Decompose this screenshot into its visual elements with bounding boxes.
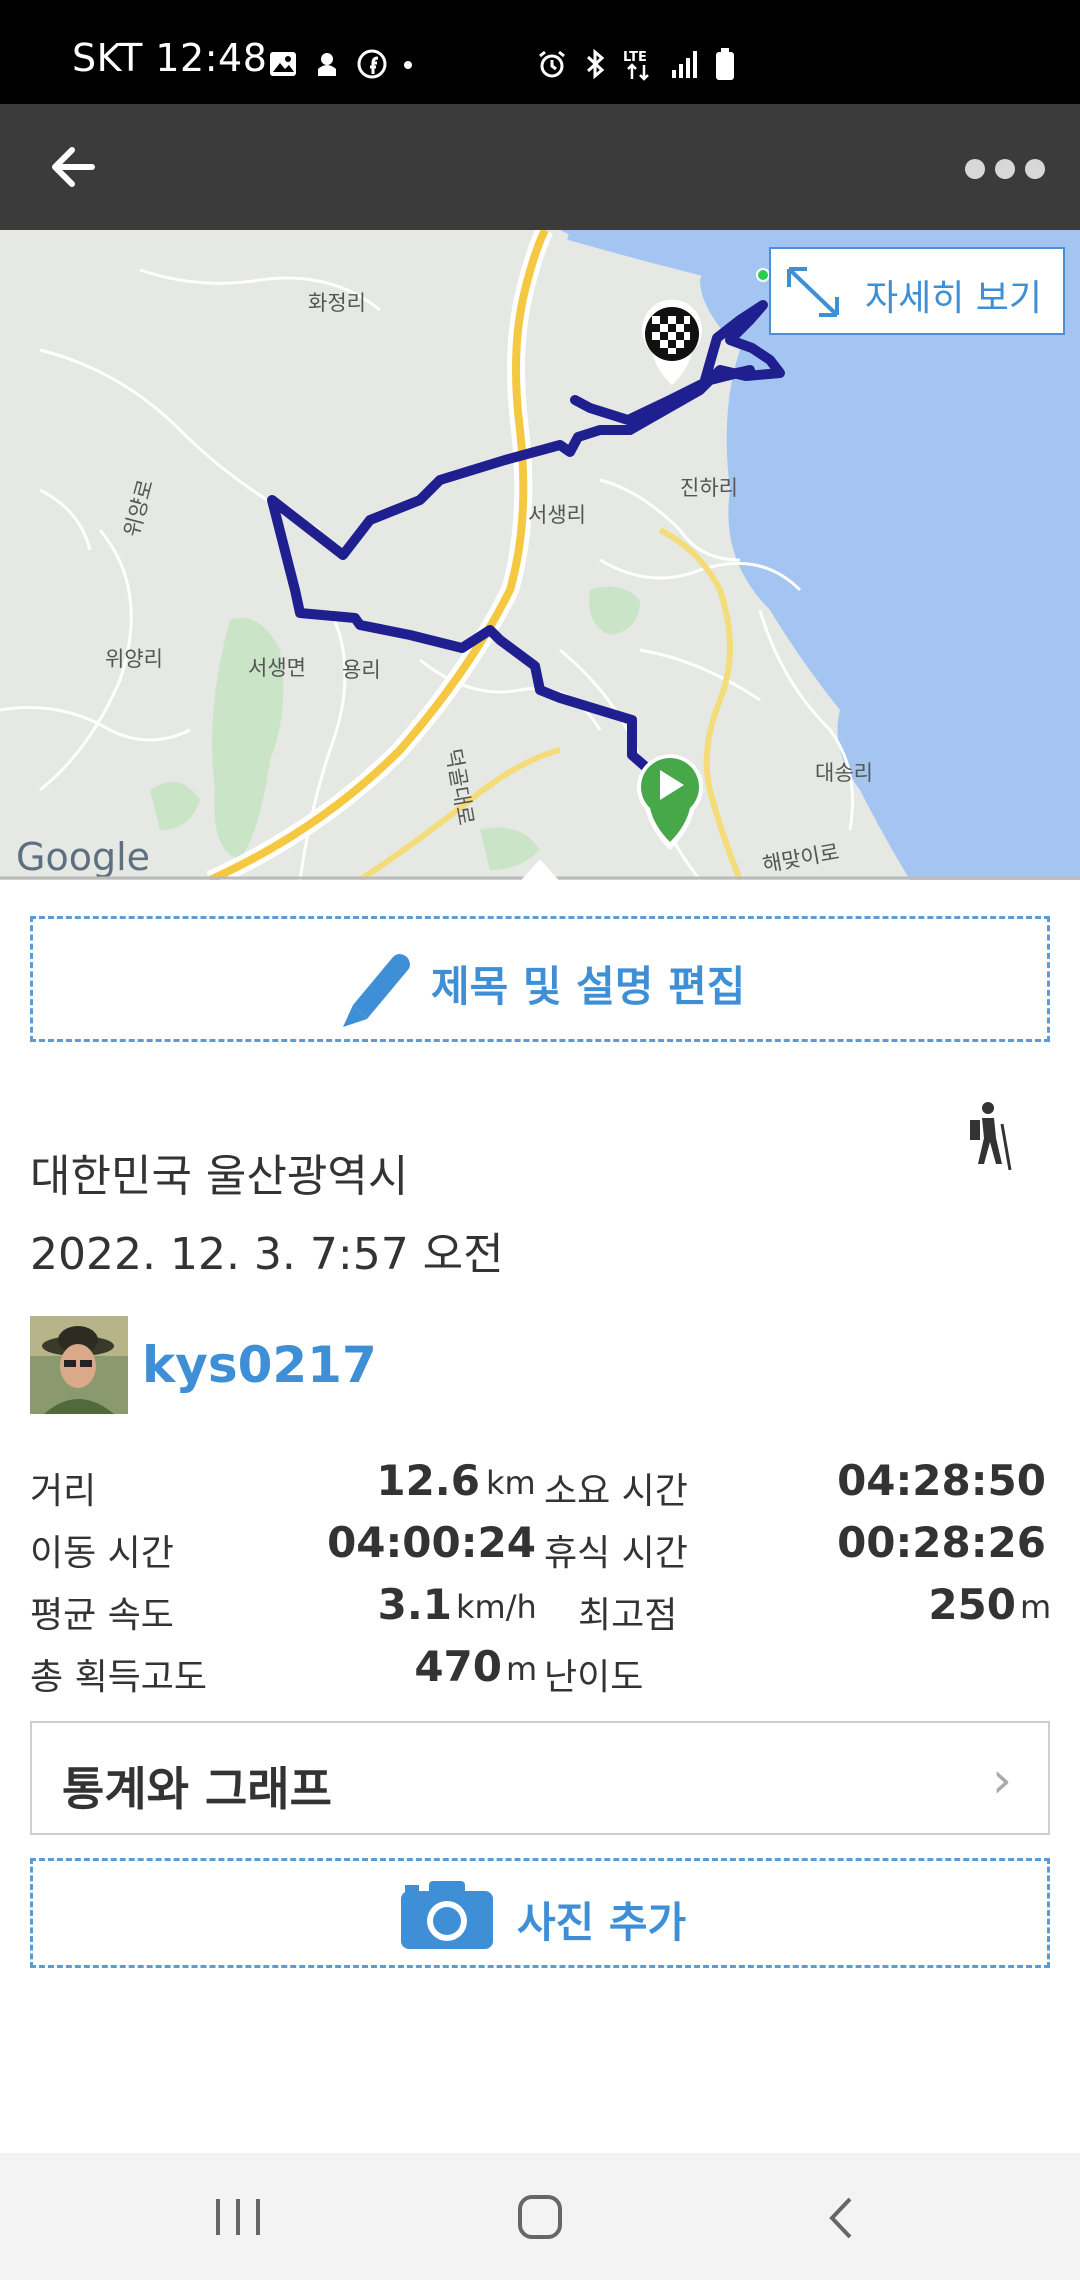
battery-icon [716, 48, 734, 80]
arrow-left-icon [52, 147, 95, 187]
elevation-gain-unit: m [506, 1650, 538, 1688]
gallery-icon [270, 52, 296, 76]
pencil-icon [343, 954, 410, 1027]
add-photo-button[interactable]: 사진 추가 [30, 1858, 1050, 1968]
max-altitude-label: 최고점 [578, 1595, 678, 1636]
map-label-wiyang: 위양리 [105, 647, 163, 671]
map-label-jinha: 진하리 [680, 476, 738, 500]
avatar[interactable] [30, 1316, 128, 1414]
back-button[interactable] [40, 132, 110, 202]
rest-time-label: 휴식 시간 [544, 1533, 688, 1574]
avg-speed-label: 평균 속도 [30, 1595, 174, 1636]
stats-graphs-label: 통계와 그래프 [62, 1762, 332, 1816]
more-dots-icon [965, 159, 1045, 179]
bluetooth-icon [586, 48, 605, 80]
status-bar: SKT 12:48 LTE [0, 0, 1080, 104]
elevation-gain-label: 총 획득고도 [30, 1657, 208, 1698]
add-photo-label: 사진 추가 [517, 1898, 687, 1947]
recent-apps-icon[interactable] [210, 2195, 266, 2241]
android-icon [318, 53, 336, 76]
alarm-icon [539, 50, 565, 78]
status-icons-right: LTE [536, 44, 736, 84]
username[interactable]: kys0217 [142, 1336, 377, 1394]
more-button[interactable] [960, 144, 1050, 194]
moving-time-label: 이동 시간 [30, 1533, 174, 1574]
status-icons-left [268, 44, 414, 84]
nav-back-icon[interactable] [820, 2195, 866, 2241]
status-time: SKT 12:48 [72, 36, 268, 80]
home-icon[interactable] [512, 2195, 568, 2241]
avg-speed-unit: km/h [456, 1588, 537, 1626]
svg-text:LTE: LTE [623, 50, 647, 65]
route-end-dot [756, 268, 770, 282]
map-label-seosaeng-myeon: 서생면 [248, 656, 306, 680]
detail-view-label: 자세히 보기 [865, 278, 1043, 319]
chevron-right-icon: › [992, 1751, 1012, 1809]
map-label-seosaeng: 서생리 [528, 503, 586, 527]
google-logo: Google [16, 835, 150, 879]
edit-title-label: 제목 및 설명 편집 [431, 962, 746, 1011]
camera-icon [401, 1881, 493, 1949]
map-label-daesong: 대송리 [815, 761, 873, 785]
distance-label: 거리 [30, 1471, 97, 1512]
distance-value: 12.6 [376, 1456, 480, 1505]
map-label-hwajeong: 화정리 [308, 291, 366, 315]
hiking-icon [958, 1100, 1018, 1171]
rest-time-value: 00:28:26 [837, 1518, 1046, 1567]
map-label-yong: 용리 [342, 658, 381, 682]
elevation-gain-value: 470 [414, 1642, 502, 1691]
trip-datetime: 2022. 12. 3. 7:57 오전 [30, 1229, 504, 1280]
signal-icon [672, 51, 697, 78]
moving-time-value: 04:00:24 [327, 1518, 536, 1567]
max-altitude-unit: m [1020, 1588, 1052, 1626]
trip-location: 대한민국 울산광역시 [30, 1151, 409, 1202]
max-altitude-value: 250 [928, 1580, 1016, 1629]
edit-title-button[interactable]: 제목 및 설명 편집 [30, 916, 1050, 1042]
distance-unit: km [486, 1464, 536, 1502]
facebook-icon [357, 49, 387, 79]
total-time-label: 소요 시간 [544, 1471, 688, 1512]
detail-view-button[interactable]: 자세히 보기 [769, 247, 1065, 335]
difficulty-label: 난이도 [544, 1657, 644, 1698]
expand-icon [787, 267, 839, 317]
system-nav-bar [0, 2153, 1080, 2280]
stats-graphs-button[interactable]: 통계와 그래프 › [30, 1721, 1050, 1835]
lte-icon: LTE [623, 50, 649, 81]
total-time-value: 04:28:50 [837, 1456, 1046, 1505]
dot-icon [404, 61, 412, 69]
app-bar [0, 104, 1080, 230]
avg-speed-value: 3.1 [377, 1580, 452, 1629]
